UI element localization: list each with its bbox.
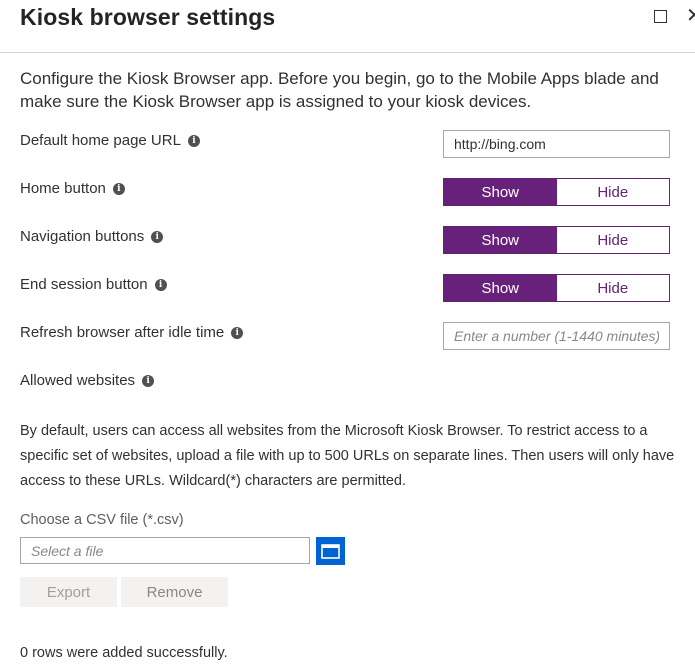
blade-title: Kiosk browser settings <box>20 4 276 30</box>
info-icon[interactable]: i <box>187 134 200 147</box>
navigation-buttons-label: Navigation buttons i <box>20 228 164 245</box>
navigation-buttons-toggle: Show Hide <box>443 226 670 254</box>
home-button-show-option[interactable]: Show <box>444 179 557 205</box>
navigation-buttons-hide-option[interactable]: Hide <box>556 227 669 253</box>
csv-file-input[interactable] <box>20 537 310 564</box>
export-button[interactable]: Export <box>20 577 117 607</box>
home-button-toggle: Show Hide <box>443 178 670 206</box>
home-button-label-text: Home button <box>20 180 106 197</box>
end-session-hide-option[interactable]: Hide <box>556 275 669 301</box>
browse-file-button[interactable] <box>316 537 345 565</box>
folder-icon <box>321 544 340 559</box>
info-icon[interactable]: i <box>231 326 244 339</box>
info-icon[interactable]: i <box>112 182 125 195</box>
home-page-url-input[interactable] <box>443 130 670 158</box>
refresh-idle-label-text: Refresh browser after idle time <box>20 324 225 341</box>
end-session-button-label: End session button i <box>20 276 167 293</box>
navigation-buttons-label-text: Navigation buttons <box>20 228 145 245</box>
end-session-show-option[interactable]: Show <box>444 275 557 301</box>
close-icon[interactable]: ✕ <box>686 6 695 26</box>
allowed-websites-label: Allowed websites i <box>20 372 155 389</box>
info-icon[interactable]: i <box>154 278 167 291</box>
refresh-idle-input[interactable] <box>443 322 670 350</box>
intro-text: Configure the Kiosk Browser app. Before … <box>20 69 659 111</box>
maximize-icon[interactable] <box>654 10 667 23</box>
status-message: 0 rows were added successfully. <box>20 645 228 661</box>
end-session-button-label-text: End session button <box>20 276 148 293</box>
csv-file-label: Choose a CSV file (*.csv) <box>20 512 184 528</box>
refresh-idle-label: Refresh browser after idle time i <box>20 324 244 341</box>
allowed-websites-description: By default, users can access all website… <box>20 423 675 489</box>
remove-button[interactable]: Remove <box>121 577 228 607</box>
info-icon[interactable]: i <box>142 374 155 387</box>
home-button-label: Home button i <box>20 180 125 197</box>
info-icon[interactable]: i <box>151 230 164 243</box>
home-button-hide-option[interactable]: Hide <box>556 179 669 205</box>
home-page-url-label-text: Default home page URL <box>20 132 181 149</box>
blade-header: Kiosk browser settings ✕ <box>0 0 695 53</box>
home-page-url-label: Default home page URL i <box>20 132 200 149</box>
end-session-button-toggle: Show Hide <box>443 274 670 302</box>
allowed-websites-label-text: Allowed websites <box>20 372 136 389</box>
navigation-buttons-show-option[interactable]: Show <box>444 227 557 253</box>
